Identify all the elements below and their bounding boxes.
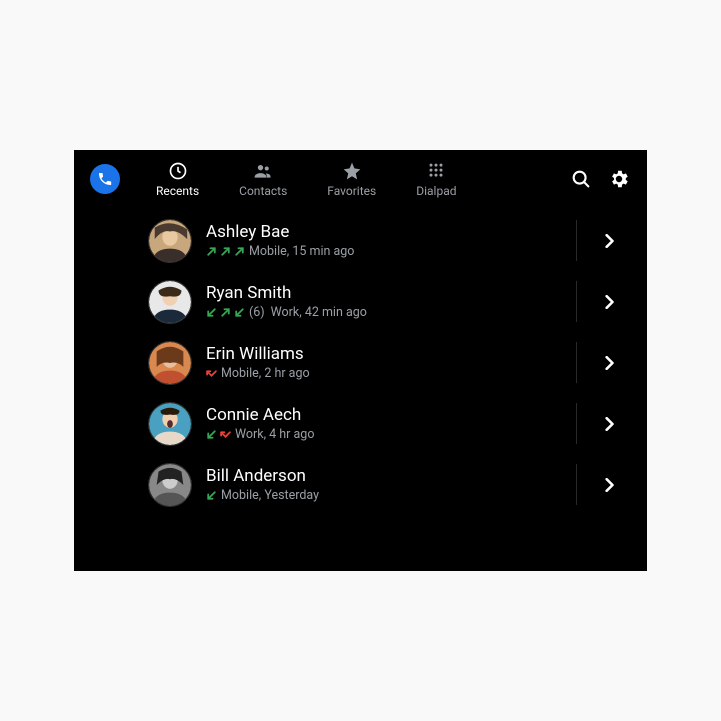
call-meta: Mobile, Yesterday [206,487,581,505]
tab-recents[interactable]: Recents [156,161,199,198]
avatar [148,463,192,507]
incoming-arrow-icon [234,307,245,318]
row-divider [576,281,577,322]
call-meta-text: Mobile, 2 hr ago [221,365,310,383]
call-meta-text: Work, 4 hr ago [235,426,314,444]
phone-icon [97,171,113,187]
tab-dialpad-label: Dialpad [416,184,456,198]
recents-icon [168,161,188,181]
row-divider [576,220,577,261]
dialpad-icon [426,161,446,181]
row-divider [576,464,577,505]
avatar [148,280,192,324]
call-meta-text: Work, 42 min ago [271,304,367,322]
chevron-right-icon [604,356,614,370]
incoming-arrow-icon [206,429,217,440]
row-detail-button[interactable] [581,271,637,332]
call-meta-text: Mobile, Yesterday [221,487,319,505]
tab-bar: Recents Contacts Favorites Dialpad [156,161,457,198]
incoming-arrow-icon [206,307,217,318]
missed-arrow-icon [206,368,217,379]
star-icon [342,161,362,181]
contact-name: Ashley Bae [206,221,581,243]
recents-info: Erin Williams Mobile, 2 hr ago [206,343,581,383]
row-divider [576,403,577,444]
call-meta: Work, 4 hr ago [206,426,581,444]
recents-row[interactable]: Erin Williams Mobile, 2 hr ago [74,332,647,393]
row-detail-button[interactable] [581,332,637,393]
search-button[interactable] [569,167,593,191]
incoming-arrow-icon [206,490,217,501]
chevron-right-icon [604,234,614,248]
contacts-icon [253,161,273,181]
recents-info: Ashley Bae Mobile, 15 min ago [206,221,581,261]
call-meta: (6) Work, 42 min ago [206,304,581,322]
dial-fab[interactable] [90,164,120,194]
contact-name: Connie Aech [206,404,581,426]
recents-row[interactable]: Bill Anderson Mobile, Yesterday [74,454,647,515]
call-direction-icons [206,429,231,440]
tab-recents-label: Recents [156,184,199,198]
recents-list: Ashley Bae Mobile, 15 min ago Ryan S [74,208,647,515]
contact-name: Bill Anderson [206,465,581,487]
missed-arrow-icon [220,429,231,440]
avatar [148,341,192,385]
contact-name: Erin Williams [206,343,581,365]
chevron-right-icon [604,478,614,492]
recents-row[interactable]: Connie Aech Work, 4 hr ago [74,393,647,454]
call-direction-icons [206,246,245,257]
call-direction-icons [206,490,217,501]
outgoing-arrow-icon [220,307,231,318]
tab-contacts-label: Contacts [239,184,287,198]
search-icon [570,168,592,190]
phone-app-window: Recents Contacts Favorites Dialpad [74,150,647,571]
chevron-right-icon [604,295,614,309]
recents-row[interactable]: Ashley Bae Mobile, 15 min ago [74,210,647,271]
top-bar: Recents Contacts Favorites Dialpad [74,150,647,208]
tab-favorites[interactable]: Favorites [327,161,376,198]
contact-name: Ryan Smith [206,282,581,304]
outgoing-arrow-icon [220,246,231,257]
call-meta: Mobile, 15 min ago [206,243,581,261]
outgoing-arrow-icon [206,246,217,257]
call-direction-icons [206,307,245,318]
settings-button[interactable] [607,167,631,191]
recents-info: Bill Anderson Mobile, Yesterday [206,465,581,505]
avatar [148,402,192,446]
gear-icon [608,168,630,190]
tab-favorites-label: Favorites [327,184,376,198]
call-meta: Mobile, 2 hr ago [206,365,581,383]
chevron-right-icon [604,417,614,431]
row-detail-button[interactable] [581,454,637,515]
call-meta-text: Mobile, 15 min ago [249,243,354,261]
call-direction-icons [206,368,217,379]
row-detail-button[interactable] [581,393,637,454]
tab-contacts[interactable]: Contacts [239,161,287,198]
recents-row[interactable]: Ryan Smith (6) Work, 42 min ago [74,271,647,332]
recents-info: Connie Aech Work, 4 hr ago [206,404,581,444]
row-detail-button[interactable] [581,210,637,271]
avatar [148,219,192,263]
row-divider [576,342,577,383]
recents-info: Ryan Smith (6) Work, 42 min ago [206,282,581,322]
outgoing-arrow-icon [234,246,245,257]
tab-dialpad[interactable]: Dialpad [416,161,456,198]
call-count: (6) [249,304,265,322]
